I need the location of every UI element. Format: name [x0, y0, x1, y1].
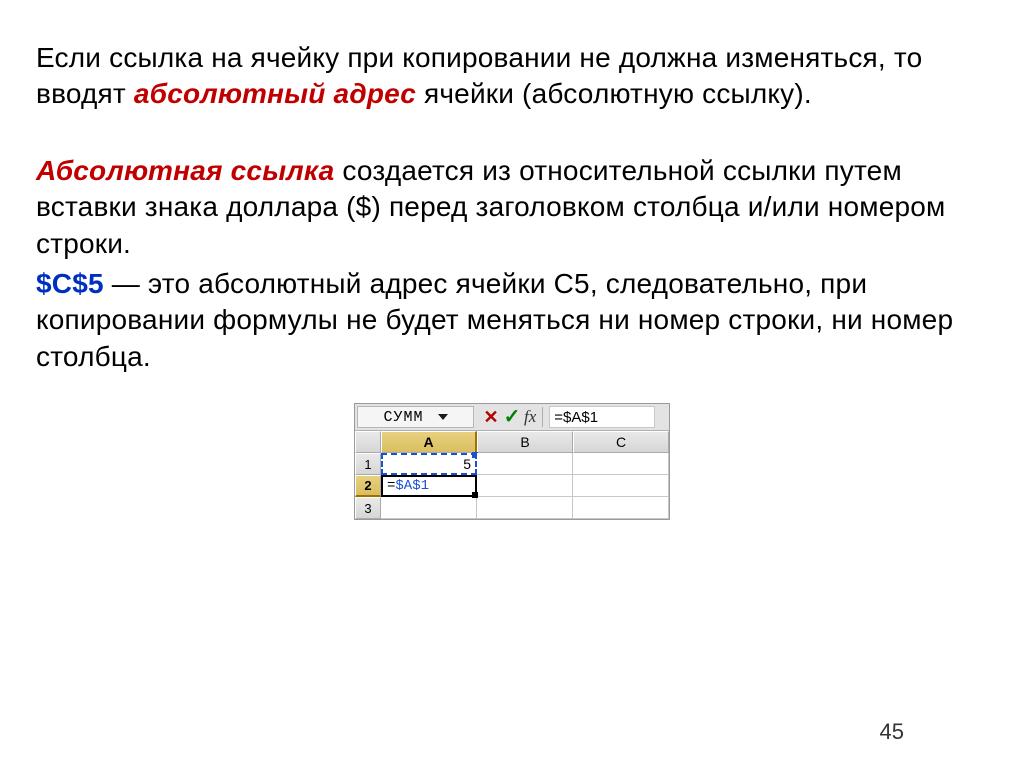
row-2: =$A$1: [381, 475, 669, 497]
cell-B1[interactable]: [477, 453, 573, 475]
cell-A1[interactable]: 5: [381, 453, 477, 475]
cell-A2-ref: $A$1: [395, 478, 429, 494]
fill-handle[interactable]: [472, 492, 478, 498]
col-header-A[interactable]: A: [381, 431, 477, 453]
para1-emphasis: абсолютный адрес: [134, 78, 416, 109]
cancel-icon[interactable]: ✕: [482, 408, 500, 426]
formula-input-value: =$A$1: [554, 409, 598, 426]
row-headers: 1 2 3: [355, 431, 381, 519]
row-1: 5: [381, 453, 669, 475]
formula-bar: СУММ ✕ ✓ fx =$A$1: [355, 404, 669, 431]
para2-emphasis: Абсолютная ссылка: [36, 155, 334, 186]
grid-body: A B C 5: [381, 431, 669, 519]
excel-window: СУММ ✕ ✓ fx =$A$1 1 2 3: [354, 403, 670, 520]
para3-emphasis: $C$5: [36, 268, 104, 299]
row-header-2[interactable]: 2: [355, 475, 381, 497]
name-box-value: СУММ: [383, 409, 423, 426]
row-header-1[interactable]: 1: [355, 453, 381, 475]
cell-C3[interactable]: [573, 497, 669, 519]
cell-B3[interactable]: [477, 497, 573, 519]
row-header-3[interactable]: 3: [355, 497, 381, 519]
name-box-dropdown-icon[interactable]: [438, 414, 448, 420]
spreadsheet-grid: 1 2 3 A B C 5: [355, 431, 669, 519]
row-3: [381, 497, 669, 519]
name-box[interactable]: СУММ: [357, 406, 474, 428]
select-all-corner[interactable]: [355, 431, 381, 453]
column-headers: A B C: [381, 431, 669, 453]
para1-post: ячейки (абсолютную ссылку).: [424, 78, 812, 109]
cell-A2-equals: =: [387, 478, 395, 494]
cell-A2[interactable]: =$A$1: [381, 475, 477, 497]
paragraph-2: Абсолютная ссылка создается из относител…: [36, 153, 988, 262]
cell-A3[interactable]: [381, 497, 477, 519]
slide: Если ссылка на ячейку при копировании не…: [0, 0, 1024, 767]
cell-A1-value: 5: [463, 456, 471, 472]
para3-post: — это абсолютный адрес ячейки С5, следов…: [36, 268, 953, 372]
cells: 5 =$A$1: [381, 453, 669, 519]
cell-C1[interactable]: [573, 453, 669, 475]
paragraph-3: $C$5 — это абсолютный адрес ячейки С5, с…: [36, 266, 988, 375]
fx-icon[interactable]: fx: [524, 407, 543, 427]
page-number: 45: [880, 719, 904, 745]
col-header-C[interactable]: C: [573, 431, 669, 453]
cell-C2[interactable]: [573, 475, 669, 497]
formula-input[interactable]: =$A$1: [549, 406, 655, 428]
cell-B2[interactable]: [477, 475, 573, 497]
confirm-icon[interactable]: ✓: [503, 408, 521, 426]
formula-buttons: ✕ ✓ fx: [476, 404, 549, 430]
col-header-B[interactable]: B: [477, 431, 573, 453]
excel-screenshot: СУММ ✕ ✓ fx =$A$1 1 2 3: [36, 403, 988, 520]
paragraph-1: Если ссылка на ячейку при копировании не…: [36, 40, 988, 113]
